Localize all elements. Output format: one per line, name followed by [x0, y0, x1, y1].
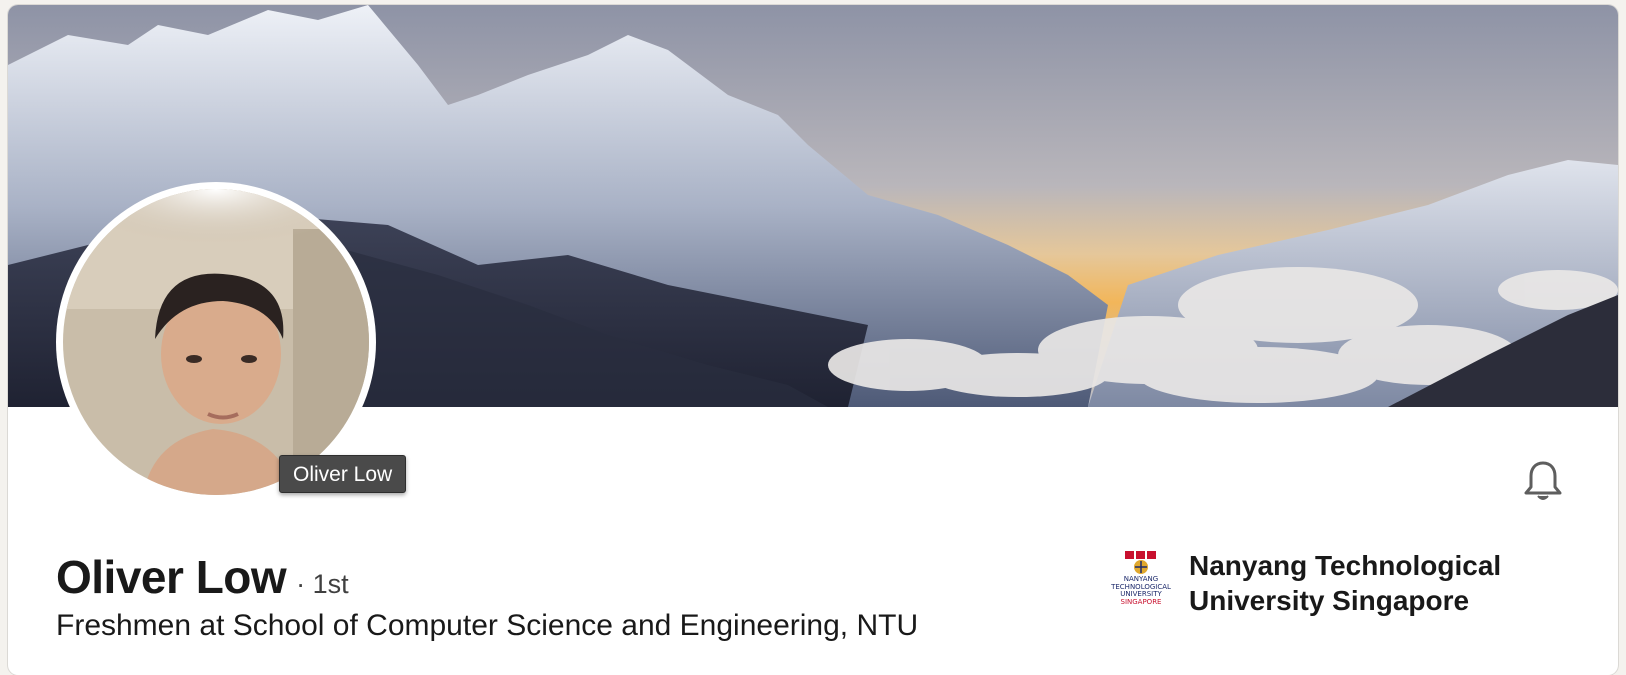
connection-degree: · 1st	[296, 569, 349, 599]
profile-headline: Freshmen at School of Computer Science a…	[56, 609, 919, 642]
education-link[interactable]: NANYANG TECHNOLOGICAL UNIVERSITY SINGAPO…	[1111, 548, 1519, 618]
name-row: Oliver Low · 1st	[56, 550, 349, 604]
profile-card: Oliver Low Oliver Low · 1st Freshmen at …	[8, 5, 1618, 675]
avatar-tooltip: Oliver Low	[279, 455, 407, 493]
profile-photo[interactable]	[56, 182, 376, 502]
profile-name: Oliver Low	[56, 551, 287, 603]
logo-text-4: SINGAPORE	[1120, 597, 1162, 606]
ntu-logo: NANYANG TECHNOLOGICAL UNIVERSITY SINGAPO…	[1111, 548, 1171, 606]
bell-icon[interactable]	[1520, 458, 1566, 504]
school-name[interactable]: Nanyang Technological University Singapo…	[1189, 548, 1519, 618]
